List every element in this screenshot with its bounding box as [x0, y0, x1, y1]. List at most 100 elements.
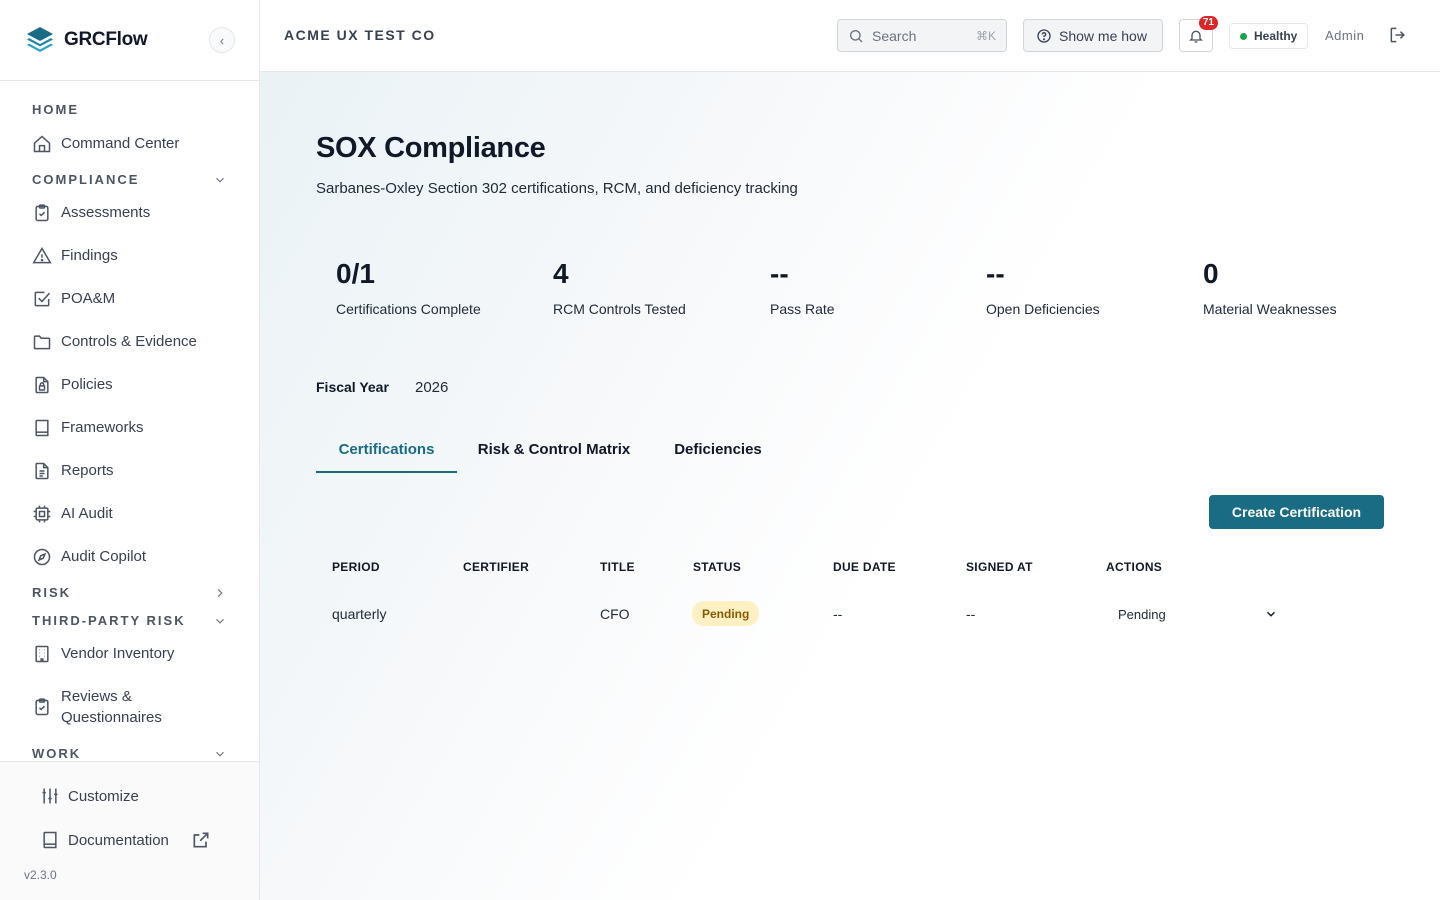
customize-button[interactable]: Customize: [40, 786, 219, 806]
stat-value: 4: [553, 258, 569, 289]
app-name: GRCFlow: [64, 29, 148, 50]
section-compliance-label: COMPLIANCE: [32, 172, 140, 187]
stat-material-weaknesses: 0 Material Weaknesses: [1203, 257, 1337, 317]
sidebar-item-label: POA&M: [61, 290, 116, 307]
section-work-label: WORK: [32, 746, 82, 761]
stat-pass-rate: -- Pass Rate: [770, 257, 835, 317]
grcflow-logo-icon: [27, 27, 53, 52]
page-subtitle: Sarbanes-Oxley Section 302 certification…: [316, 180, 798, 197]
sidebar-nav: HOME Command Center COMPLIANCE Assessmen…: [0, 81, 259, 761]
cell-signed-at: --: [966, 606, 976, 622]
section-third-party-label: THIRD-PARTY RISK: [32, 613, 186, 628]
search-input[interactable]: Search ⌘K: [837, 19, 1007, 52]
top-header: ACME UX TEST CO Search ⌘K Show me how 71…: [260, 0, 1440, 72]
fiscal-year-label: Fiscal Year: [316, 379, 389, 395]
sidebar-item-ai-audit[interactable]: AI Audit: [32, 503, 235, 524]
section-work[interactable]: WORK: [32, 746, 227, 761]
sidebar-item-findings[interactable]: Findings: [32, 245, 235, 266]
create-certification-button[interactable]: Create Certification: [1209, 495, 1384, 529]
reviews-label-line2: Questionnaires: [61, 709, 162, 726]
collapse-sidebar-button[interactable]: ‹: [209, 27, 235, 53]
column-header[interactable]: SIGNED AT: [966, 560, 1033, 574]
stat-label: Material Weaknesses: [1203, 301, 1337, 317]
sidebar-item-frameworks[interactable]: Frameworks: [32, 417, 235, 438]
fiscal-year-select[interactable]: 2026: [415, 379, 448, 396]
sidebar-item-controls-evidence[interactable]: Controls & Evidence: [32, 331, 235, 352]
section-third-party-risk[interactable]: THIRD-PARTY RISK: [32, 613, 227, 628]
sidebar-item-label: Assessments: [61, 204, 151, 221]
sidebar-item-policies[interactable]: Policies: [32, 374, 235, 395]
documentation-label: Documentation: [68, 831, 169, 849]
chevron-left-icon: ‹: [219, 32, 225, 48]
brand: GRCFlow ‹: [0, 0, 259, 81]
search-shortcut: ⌘K: [975, 28, 996, 43]
search-icon: [850, 29, 863, 42]
health-label: Healthy: [1254, 29, 1298, 43]
sidebar-item-audit-copilot[interactable]: Audit Copilot: [32, 546, 235, 567]
sidebar-item-vendor-inventory[interactable]: Vendor Inventory: [32, 643, 235, 664]
sidebar-item-label: Audit Copilot: [61, 548, 147, 565]
section-risk-label: RISK: [32, 585, 72, 600]
stat-label: Open Deficiencies: [986, 301, 1100, 317]
section-home-label: HOME: [32, 102, 79, 117]
sidebar-item-label: Reviews & Questionnaires: [61, 686, 162, 728]
sidebar-item-command-center[interactable]: Command Center: [32, 133, 235, 154]
status-badge: Pending: [692, 601, 760, 626]
tab-risk-control-matrix[interactable]: Risk & Control Matrix: [473, 434, 635, 473]
checkbox-icon: [34, 291, 51, 306]
sidebar-item-poam[interactable]: POA&M: [32, 288, 235, 309]
home-icon: [33, 134, 51, 152]
status-action-select[interactable]: Pending: [1106, 599, 1282, 629]
sidebar-item-reports[interactable]: Reports: [32, 460, 235, 481]
user-role[interactable]: Admin: [1325, 28, 1364, 43]
health-status-badge[interactable]: Healthy: [1229, 23, 1309, 49]
sidebar-item-label: Command Center: [61, 135, 180, 152]
stat-open-deficiencies: -- Open Deficiencies: [986, 257, 1100, 317]
book-icon: [43, 831, 57, 849]
sidebar-item-reviews-questionnaires[interactable]: Reviews & Questionnaires: [32, 686, 235, 728]
external-link-icon: [193, 832, 209, 848]
section-compliance[interactable]: COMPLIANCE: [32, 172, 227, 187]
show-me-how-label: Show me how: [1059, 27, 1147, 44]
main-content: SOX Compliance Sarbanes-Oxley Section 30…: [260, 72, 1440, 900]
folder-icon: [33, 334, 51, 349]
building-icon: [35, 645, 49, 662]
sidebar: GRCFlow ‹ HOME Command Center COMPLIANCE…: [0, 0, 260, 900]
health-dot-icon: [1240, 32, 1247, 40]
sidebar-item-assessments[interactable]: Assessments: [32, 202, 235, 223]
column-header[interactable]: STATUS: [693, 560, 741, 574]
reviews-label-line1: Reviews &: [61, 688, 132, 705]
help-circle-icon: [1037, 28, 1051, 43]
section-home[interactable]: HOME: [32, 102, 227, 117]
search-placeholder: Search: [872, 27, 917, 44]
sidebar-item-label: Frameworks: [61, 419, 144, 436]
clipboard-check-icon: [35, 203, 49, 221]
stat-rcm-controls-tested: 4 RCM Controls Tested: [553, 257, 686, 317]
stat-value: 0: [1203, 258, 1219, 289]
column-header: ACTIONS: [1106, 560, 1163, 574]
column-header[interactable]: TITLE: [600, 560, 635, 574]
chevron-down-icon: [216, 177, 224, 183]
sidebar-item-label: Policies: [61, 376, 113, 393]
organization-name: ACME UX TEST CO: [284, 27, 436, 43]
chevron-right-icon: [217, 588, 223, 597]
tab-certifications[interactable]: Certifications: [316, 434, 457, 473]
stat-certifications-complete: 0/1 Certifications Complete: [336, 257, 481, 317]
logout-icon[interactable]: [1388, 25, 1408, 45]
column-header[interactable]: DUE DATE: [833, 560, 896, 574]
customize-label: Customize: [68, 787, 139, 805]
book-icon: [35, 419, 49, 436]
notifications-button[interactable]: 71: [1179, 16, 1218, 52]
tab-deficiencies[interactable]: Deficiencies: [661, 434, 775, 473]
alert-triangle-icon: [32, 246, 52, 263]
sidebar-item-label: Controls & Evidence: [61, 333, 197, 350]
section-risk[interactable]: RISK: [32, 585, 227, 600]
stat-label: Certifications Complete: [336, 301, 481, 317]
column-header[interactable]: CERTIFIER: [463, 560, 529, 574]
show-me-how-button[interactable]: Show me how: [1023, 19, 1163, 52]
app-version: v2.3.0: [24, 868, 57, 882]
sidebar-item-label: Vendor Inventory: [61, 645, 175, 662]
documentation-link[interactable]: Documentation: [40, 830, 219, 850]
chevron-down-icon: [216, 751, 224, 757]
column-header[interactable]: PERIOD: [332, 560, 380, 574]
